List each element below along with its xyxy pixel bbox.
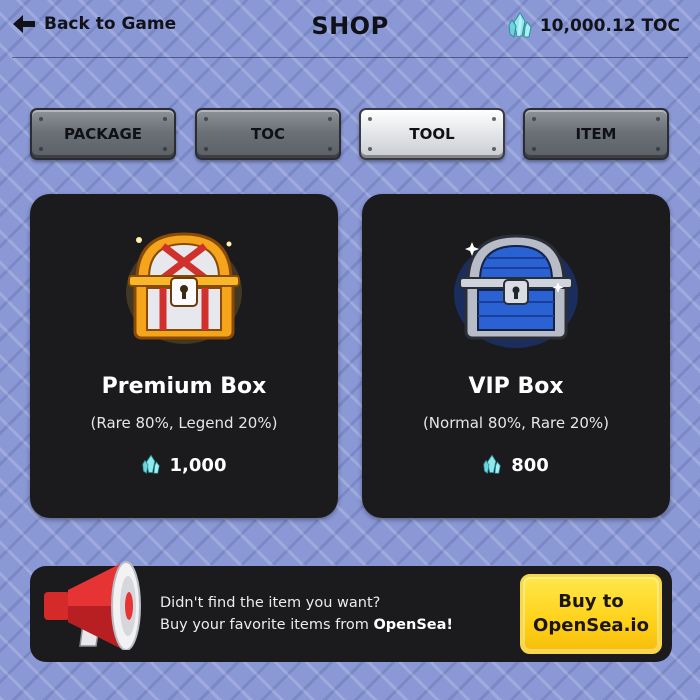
- price-value: 1,000: [169, 454, 227, 476]
- top-bar: Back to Game SHOP 10,000.12 TOC: [0, 0, 700, 58]
- tab-toc[interactable]: TOC: [195, 108, 341, 160]
- price-value: 800: [511, 454, 549, 476]
- product-name: Premium Box: [101, 374, 267, 399]
- buy-button-line-2: OpenSea.io: [533, 615, 649, 636]
- opensea-emphasis: OpenSea!: [373, 617, 454, 633]
- tab-label: PACKAGE: [63, 125, 143, 143]
- crystal-icon: [483, 454, 501, 474]
- category-tabs: PACKAGE TOC TOOL ITEM: [30, 108, 670, 162]
- toc-balance: 10,000.12 TOC: [508, 12, 680, 40]
- product-card-premium-box[interactable]: Premium Box (Rare 80%, Legend 20%) 1,000: [30, 194, 338, 518]
- product-price: 1,000: [30, 454, 338, 476]
- header-divider: [12, 57, 688, 58]
- gold-treasure-chest-icon: [126, 232, 242, 344]
- product-card-vip-box[interactable]: VIP Box (Normal 80%, Rare 20%) 800: [362, 194, 670, 518]
- tab-label: TOOL: [409, 125, 455, 143]
- banner-line-1: Didn't find the item you want?: [160, 595, 381, 611]
- buy-to-opensea-button[interactable]: Buy to OpenSea.io: [520, 574, 662, 654]
- crystal-icon: [508, 12, 532, 38]
- balance-value: 10,000.12 TOC: [539, 16, 680, 36]
- tab-tool[interactable]: TOOL: [359, 108, 505, 160]
- tab-label: ITEM: [575, 125, 617, 143]
- crystal-icon: [141, 454, 160, 474]
- banner-message: Didn't find the item you want? Buy your …: [160, 592, 453, 636]
- buy-button-line-1: Buy to: [558, 591, 624, 612]
- tab-label: TOC: [251, 125, 285, 143]
- product-odds: (Normal 80%, Rare 20%): [422, 414, 610, 432]
- blue-treasure-chest-icon: [454, 234, 578, 348]
- tab-item[interactable]: ITEM: [523, 108, 669, 160]
- opensea-banner: Didn't find the item you want? Buy your …: [30, 561, 672, 662]
- product-name: VIP Box: [468, 374, 564, 399]
- banner-line-2: Buy your favorite items from OpenSea!: [160, 617, 454, 633]
- product-price: 800: [362, 454, 670, 476]
- product-odds: (Rare 80%, Legend 20%): [90, 414, 278, 432]
- tab-package[interactable]: PACKAGE: [30, 108, 176, 160]
- megaphone-icon: [44, 561, 141, 650]
